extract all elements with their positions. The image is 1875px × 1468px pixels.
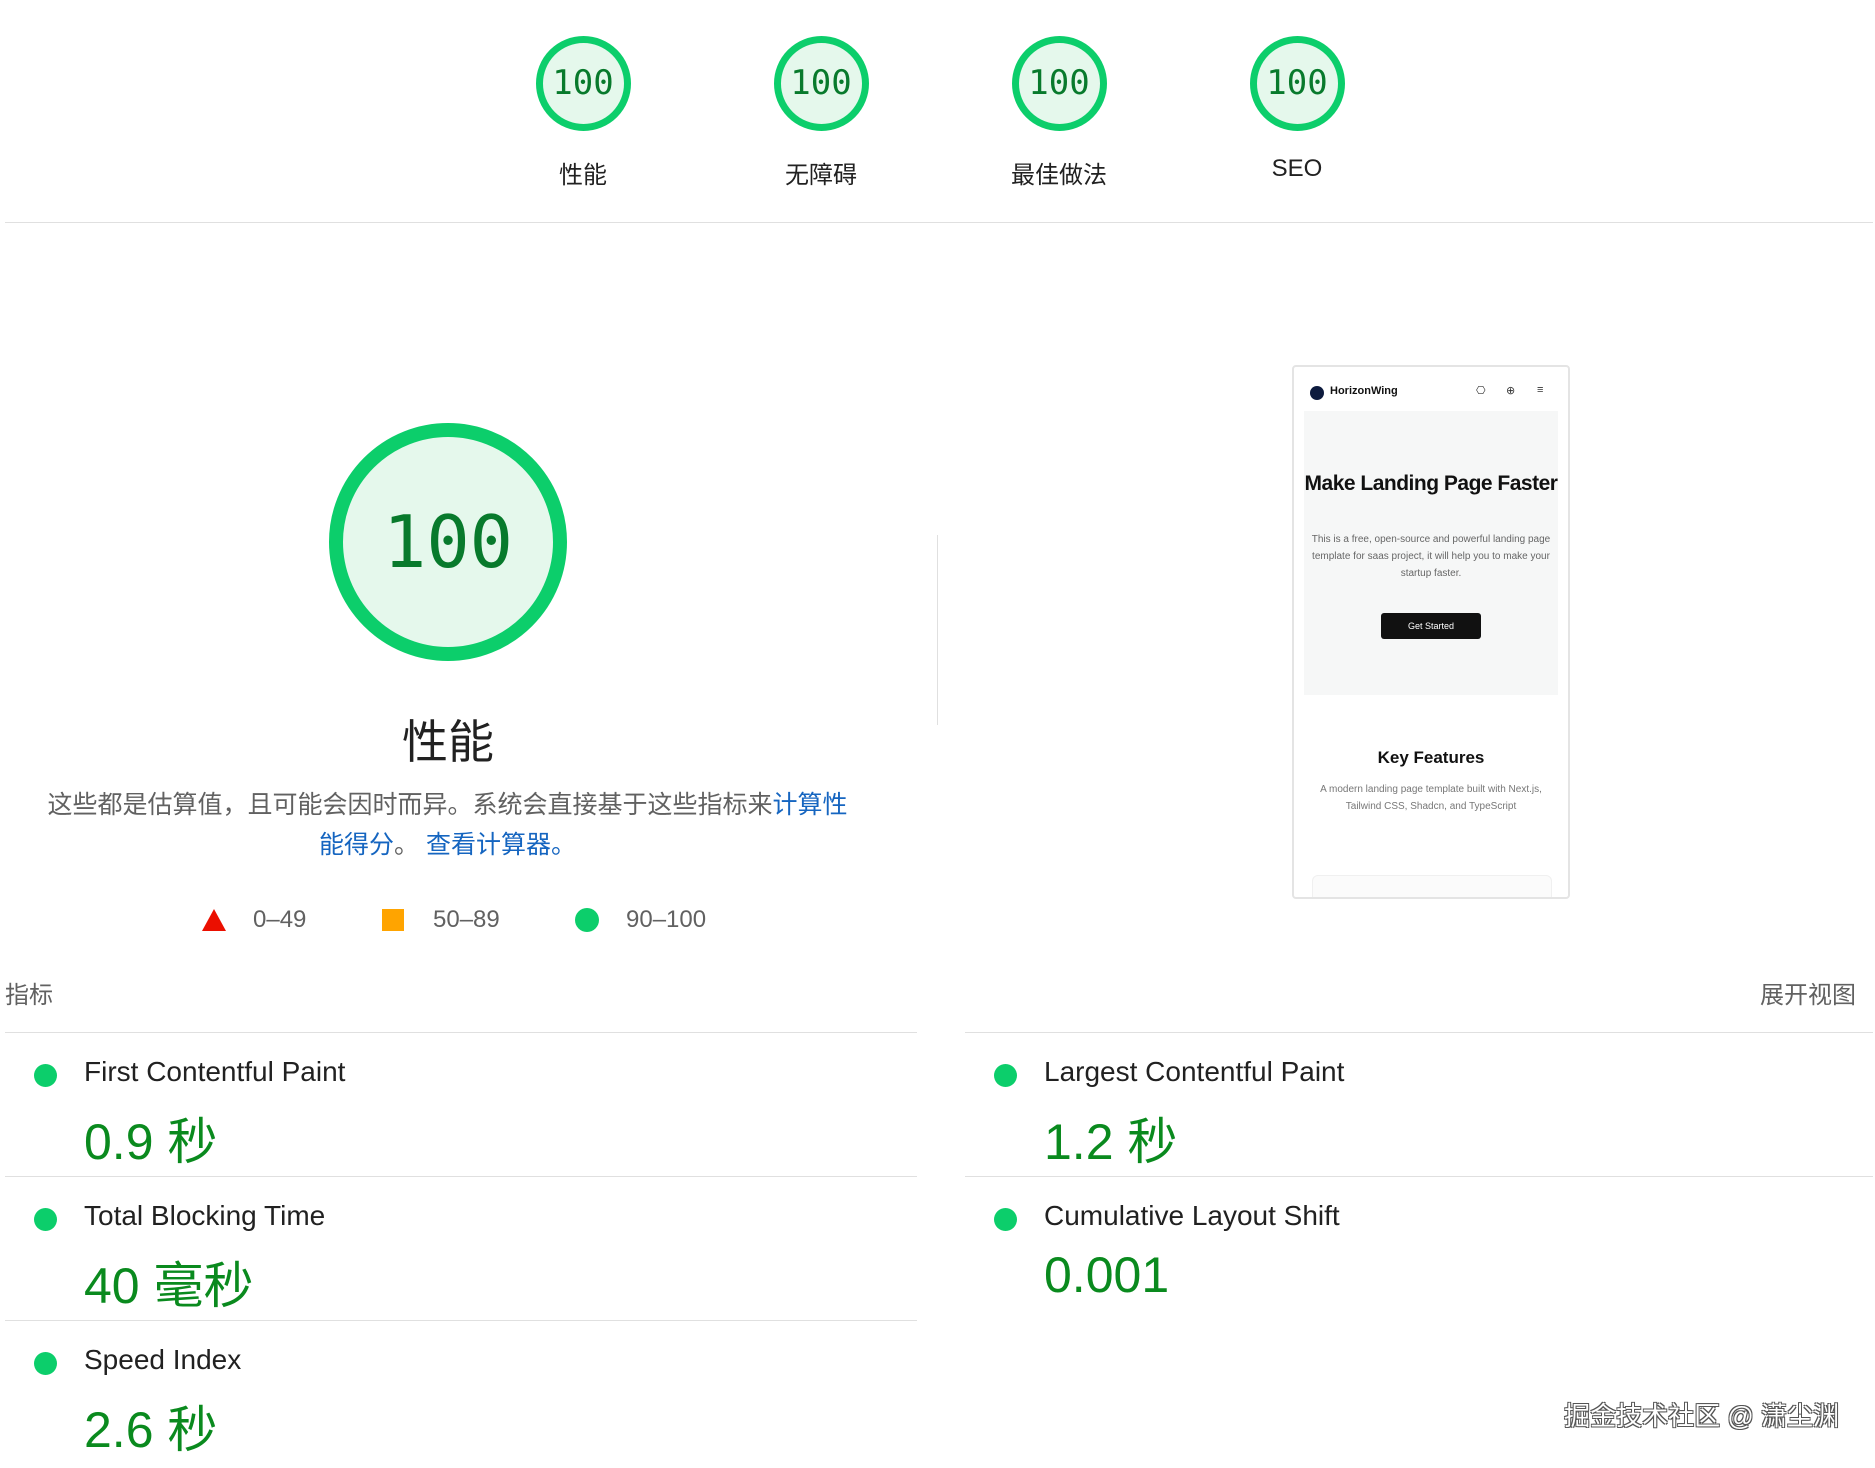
gauge-accessibility[interactable]: 100 无障碍 [721,34,921,190]
score-legend: 0–49 50–89 90–100 [0,900,900,940]
gauge-score: 100 [552,63,614,103]
preview-navbar: HorizonWing ⎔ ⊕ ≡ [1294,367,1568,413]
performance-description: 这些都是估算值，且可能会因时而异。系统会直接基于这些指标来计算性能得分。 查看计… [40,785,855,865]
metric-cls: Cumulative Layout Shift 0.001 [965,1184,1865,1324]
metric-value: 2.6 秒 [84,1402,218,1458]
score-ring: 100 [534,34,633,133]
menu-icon: ≡ [1537,384,1544,396]
gauge-best-practices[interactable]: 100 最佳做法 [959,34,1159,190]
brand-logo-icon [1310,386,1324,400]
metric-value: 0.001 [1044,1247,1170,1303]
divider [5,222,1873,223]
gauge-label: 性能 [559,162,607,189]
performance-gauge: 100 [328,422,568,662]
metric-lcp: Largest Contentful Paint 1.2 秒 [965,1040,1865,1180]
gauge-score: 100 [790,63,852,103]
score-ring: 100 [1248,34,1347,133]
pass-circle-icon [575,908,599,932]
gauge-seo[interactable]: 100 SEO [1197,34,1397,183]
divider [5,1032,917,1033]
divider [5,1320,917,1321]
watermark: 掘金技术社区 @ 潇尘渊 [1564,1401,1839,1431]
score-ring: 100 [1010,34,1109,133]
metric-title: Total Blocking Time [84,1200,326,1231]
category-gauges: 100 性能 100 无障碍 100 最佳做法 100 SEO [0,0,1875,225]
metric-title: Largest Contentful Paint [1044,1056,1345,1087]
pass-circle-icon [34,1208,57,1231]
preview-card [1312,875,1552,897]
gauge-score: 100 [1266,63,1328,103]
legend-range: 90–100 [626,906,707,933]
preview-brand: HorizonWing [1330,385,1398,397]
fail-triangle-icon [202,909,226,931]
preview-hero-text: This is a free, open-source and powerful… [1311,534,1551,579]
metric-value: 0.9 秒 [84,1114,218,1170]
github-icon: ⎔ [1476,385,1486,397]
pass-circle-icon [994,1208,1017,1231]
metric-title: Cumulative Layout Shift [1044,1200,1340,1231]
globe-icon: ⊕ [1506,385,1516,397]
legend-range: 0–49 [253,906,307,933]
preview-features-title: Key Features [1377,748,1485,767]
divider [5,1176,917,1177]
metric-fcp: First Contentful Paint 0.9 秒 [5,1040,905,1180]
metric-title: First Contentful Paint [84,1056,346,1087]
performance-title: 性能 [402,716,494,768]
vertical-divider [937,535,938,725]
pass-circle-icon [34,1352,57,1375]
gauge-performance[interactable]: 100 性能 [483,34,683,190]
metric-title: Speed Index [84,1344,242,1375]
performance-score: 100 [382,500,514,584]
final-screenshot-thumbnail[interactable]: HorizonWing ⎔ ⊕ ≡ Make Landing Page Fast… [1292,365,1570,899]
gauge-label: 最佳做法 [1011,162,1107,189]
gauge-score: 100 [1028,63,1090,103]
divider [965,1032,1873,1033]
preview-features-text: A modern landing page template built wit… [1320,784,1542,812]
metric-value: 40 毫秒 [84,1258,254,1314]
calculator-link[interactable]: 查看计算器。 [426,831,576,859]
preview-hero-title: Make Landing Page Faster [1304,472,1558,495]
metric-speed-index: Speed Index 2.6 秒 [5,1328,905,1468]
metric-tbt: Total Blocking Time 40 毫秒 [5,1184,905,1324]
metric-value: 1.2 秒 [1044,1114,1178,1170]
metrics-heading: 指标 [5,982,53,1009]
expand-view-toggle[interactable]: 展开视图 [1760,975,1856,1010]
pass-circle-icon [34,1064,57,1087]
average-square-icon [382,909,404,931]
description-text: 这些都是估算值，且可能会因时而异。系统会直接基于这些指标来 [47,791,773,819]
divider [965,1176,1873,1177]
description-separator: 。 [394,831,420,859]
gauge-label: SEO [1271,155,1323,182]
pass-circle-icon [994,1064,1017,1087]
preview-cta-button: Get Started [1381,613,1481,639]
score-ring: 100 [772,34,871,133]
legend-range: 50–89 [433,906,500,933]
gauge-label: 无障碍 [785,162,857,189]
